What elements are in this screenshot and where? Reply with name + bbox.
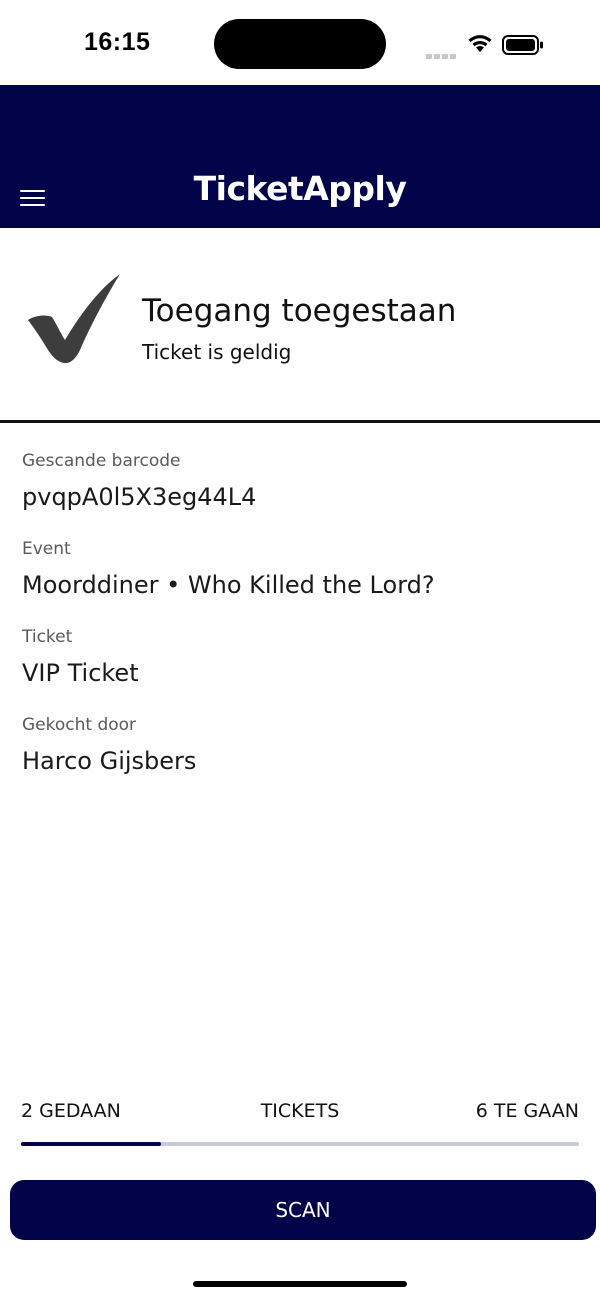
- status-bar: 16:15: [0, 0, 600, 85]
- dynamic-island: [214, 19, 386, 69]
- detail-ticket: Ticket VIP Ticket: [22, 626, 582, 690]
- scan-button[interactable]: SCAN: [10, 1180, 596, 1240]
- detail-value: Moorddiner • Who Killed the Lord?: [22, 571, 435, 599]
- detail-barcode: Gescande barcode pvqpA0l5X3eg44L4: [22, 450, 582, 514]
- progress-todo-label: 6 TE GAAN: [475, 1100, 579, 1122]
- ticket-details: Gescande barcode pvqpA0l5X3eg44L4 Event …: [22, 450, 582, 802]
- wifi-icon: [468, 35, 492, 52]
- progress-bar-fill: [21, 1142, 161, 1146]
- detail-buyer: Gekocht door Harco Gijsbers: [22, 714, 582, 778]
- detail-label: Gescande barcode: [22, 451, 181, 471]
- progress-labels: TICKETS 2 GEDAAN 6 TE GAAN: [21, 1100, 579, 1126]
- detail-value: Harco Gijsbers: [22, 747, 197, 775]
- detail-label: Gekocht door: [22, 715, 137, 735]
- checkmark-icon: [28, 274, 120, 364]
- detail-label: Ticket: [22, 627, 73, 647]
- app-header: TicketApply: [0, 85, 600, 228]
- progress-bar: [21, 1142, 579, 1146]
- scan-result: Toegang toegestaan Ticket is geldig: [0, 228, 600, 423]
- signal-icon: [426, 46, 458, 64]
- result-title: Toegang toegestaan: [142, 293, 457, 329]
- ticket-scan-screen: 16:15 TicketApply Toegang toegestaan Tic…: [0, 0, 600, 1299]
- home-indicator: [193, 1281, 407, 1287]
- app-logo: TicketApply: [193, 169, 407, 208]
- progress-done-label: 2 GEDAAN: [21, 1100, 121, 1122]
- detail-event: Event Moorddiner • Who Killed the Lord?: [22, 538, 582, 602]
- status-time: 16:15: [84, 28, 151, 56]
- status-icons: [426, 32, 576, 59]
- detail-value: VIP Ticket: [22, 659, 139, 687]
- battery-icon: [502, 35, 543, 55]
- detail-value: pvqpA0l5X3eg44L4: [22, 483, 257, 511]
- detail-label: Event: [22, 539, 71, 559]
- result-subtitle: Ticket is geldig: [142, 340, 292, 364]
